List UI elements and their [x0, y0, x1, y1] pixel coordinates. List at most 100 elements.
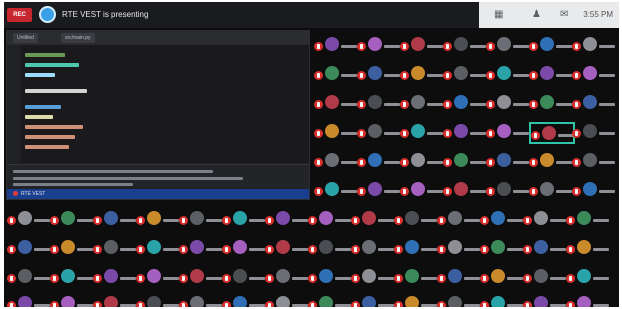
participant-tile[interactable]: [351, 209, 397, 231]
participant-tile[interactable]: [314, 64, 360, 86]
participant-tile[interactable]: [566, 209, 612, 231]
participant-tile[interactable]: [486, 180, 532, 202]
participant-tile[interactable]: [93, 267, 139, 289]
participant-tile[interactable]: [179, 209, 225, 231]
participant-tile[interactable]: [179, 294, 225, 307]
participant-tile[interactable]: [308, 294, 354, 307]
participant-tile[interactable]: [179, 238, 225, 260]
participant-tile[interactable]: [394, 294, 440, 307]
participant-tile[interactable]: [529, 122, 575, 144]
participant-tile[interactable]: [480, 209, 526, 231]
participant-tile[interactable]: [308, 238, 354, 260]
participant-tile[interactable]: [351, 267, 397, 289]
participant-tile[interactable]: [480, 238, 526, 260]
participant-tile[interactable]: [437, 267, 483, 289]
participant-tile[interactable]: [486, 122, 532, 144]
participant-tile[interactable]: [222, 294, 268, 307]
participant-tile[interactable]: [443, 35, 489, 57]
participant-tile[interactable]: [136, 209, 182, 231]
participant-tile[interactable]: [179, 267, 225, 289]
participant-tile[interactable]: [480, 294, 526, 307]
participant-tile[interactable]: [443, 64, 489, 86]
participant-tile[interactable]: [50, 209, 96, 231]
participant-tile[interactable]: [136, 294, 182, 307]
participant-tile[interactable]: [566, 294, 612, 307]
participant-tile[interactable]: [400, 35, 446, 57]
participant-tile[interactable]: [93, 294, 139, 307]
participant-tile[interactable]: [357, 180, 403, 202]
participant-tile[interactable]: [572, 93, 618, 115]
participant-tile[interactable]: [572, 180, 618, 202]
participant-tile[interactable]: [265, 209, 311, 231]
participant-tile[interactable]: [50, 238, 96, 260]
participant-tile[interactable]: [351, 294, 397, 307]
participant-tile[interactable]: [265, 294, 311, 307]
participant-tile[interactable]: [136, 238, 182, 260]
participant-tile[interactable]: [566, 267, 612, 289]
chat-icon[interactable]: ✉: [560, 8, 568, 22]
participant-tile[interactable]: [357, 35, 403, 57]
participant-tile[interactable]: [529, 64, 575, 86]
participant-tile[interactable]: [572, 35, 618, 57]
participant-tile[interactable]: [437, 209, 483, 231]
participant-tile[interactable]: [529, 180, 575, 202]
participant-tile[interactable]: [523, 209, 569, 231]
participant-tile[interactable]: [523, 267, 569, 289]
participant-tile[interactable]: [7, 267, 53, 289]
participant-tile[interactable]: [394, 267, 440, 289]
participant-tile[interactable]: [566, 238, 612, 260]
editor-tab[interactable]: src/main.py: [61, 33, 95, 43]
participant-tile[interactable]: [93, 238, 139, 260]
participant-tile[interactable]: [400, 151, 446, 173]
participant-tile[interactable]: [443, 151, 489, 173]
participant-tile[interactable]: [400, 122, 446, 144]
participant-tile[interactable]: [314, 35, 360, 57]
participant-tile[interactable]: [357, 151, 403, 173]
participant-tile[interactable]: [486, 35, 532, 57]
participant-tile[interactable]: [314, 93, 360, 115]
participant-tile[interactable]: [400, 64, 446, 86]
participant-tile[interactable]: [394, 238, 440, 260]
participant-tile[interactable]: [314, 151, 360, 173]
participant-tile[interactable]: [357, 93, 403, 115]
participant-tile[interactable]: [357, 64, 403, 86]
participant-tile[interactable]: [7, 238, 53, 260]
participant-tile[interactable]: [314, 180, 360, 202]
participant-tile[interactable]: [308, 209, 354, 231]
participant-tile[interactable]: [443, 180, 489, 202]
participant-tile[interactable]: [351, 238, 397, 260]
participant-tile[interactable]: [486, 93, 532, 115]
editor-tab[interactable]: Untitled: [13, 33, 38, 43]
grid-icon[interactable]: ▦: [494, 8, 503, 22]
participant-tile[interactable]: [437, 238, 483, 260]
participant-tile[interactable]: [93, 209, 139, 231]
participant-tile[interactable]: [7, 209, 53, 231]
participant-tile[interactable]: [486, 151, 532, 173]
participant-tile[interactable]: [7, 294, 53, 307]
participant-tile[interactable]: [572, 151, 618, 173]
participant-tile[interactable]: [265, 238, 311, 260]
people-icon[interactable]: ♟: [532, 8, 541, 22]
participant-tile[interactable]: [486, 64, 532, 86]
participant-tile[interactable]: [529, 93, 575, 115]
participant-tile[interactable]: [50, 267, 96, 289]
participant-tile[interactable]: [443, 122, 489, 144]
participant-tile[interactable]: [443, 93, 489, 115]
participant-tile[interactable]: [308, 267, 354, 289]
participant-tile[interactable]: [529, 35, 575, 57]
participant-tile[interactable]: [222, 209, 268, 231]
participant-tile[interactable]: [523, 294, 569, 307]
participant-tile[interactable]: [480, 267, 526, 289]
participant-tile[interactable]: [136, 267, 182, 289]
participant-tile[interactable]: [437, 294, 483, 307]
participant-tile[interactable]: [50, 294, 96, 307]
participant-tile[interactable]: [529, 151, 575, 173]
participant-tile[interactable]: [222, 267, 268, 289]
participant-tile[interactable]: [222, 238, 268, 260]
participant-tile[interactable]: [523, 238, 569, 260]
participant-tile[interactable]: [572, 122, 618, 144]
participant-tile[interactable]: [314, 122, 360, 144]
participant-tile[interactable]: [357, 122, 403, 144]
participant-tile[interactable]: [265, 267, 311, 289]
participant-tile[interactable]: [572, 64, 618, 86]
